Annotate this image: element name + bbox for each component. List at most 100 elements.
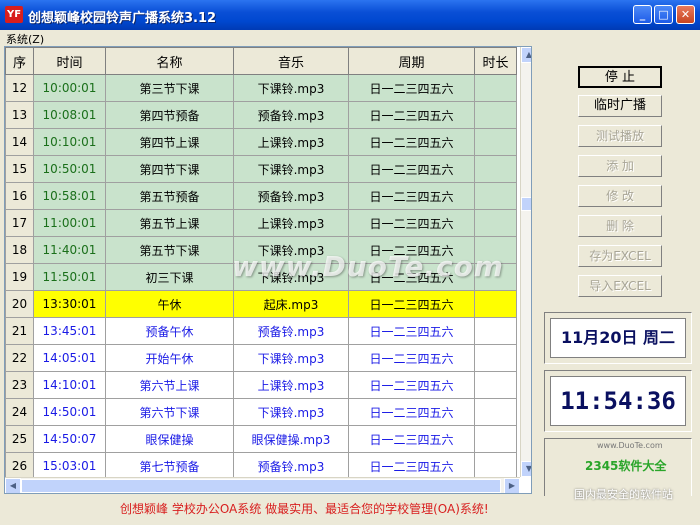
cell-cycle: 日一二三四五六 [348,425,475,453]
cell-music: 眼保健操.mp3 [233,425,349,453]
cell-time: 15:03:01 [33,452,106,480]
table-row[interactable]: 15 10:50:01 第四节下课 下课铃.mp3 日一二三四五六 [5,155,517,183]
cell-duration [474,398,517,426]
cell-idx: 14 [5,128,34,156]
close-button[interactable]: ✕ [676,5,695,24]
cell-cycle: 日一二三四五六 [348,101,475,129]
cell-music: 上课铃.mp3 [233,371,349,399]
cell-idx: 15 [5,155,34,183]
menu-system[interactable]: 系统(Z) [6,31,44,47]
table-row[interactable]: 12 10:00:01 第三节下课 下课铃.mp3 日一二三四五六 [5,74,517,102]
cell-music: 上课铃.mp3 [233,128,349,156]
scroll-down-icon[interactable]: ▼ [521,461,531,477]
cell-time: 14:50:01 [33,398,106,426]
horizontal-scrollbar[interactable]: ◀ ▶ [5,477,520,493]
delete-button[interactable]: 删 除 [578,215,662,237]
stop-button[interactable]: 停 止 [578,66,662,88]
header-time[interactable]: 时间 [33,47,106,75]
table-row[interactable]: 16 10:58:01 第五节预备 预备铃.mp3 日一二三四五六 [5,182,517,210]
cell-time: 11:50:01 [33,263,106,291]
cell-music: 预备铃.mp3 [233,101,349,129]
maximize-button[interactable]: □ [654,5,673,24]
window-title: 创想颖峰校园铃声广播系统3.12 [28,11,217,26]
import-excel-button[interactable]: 导入EXCEL [578,275,662,297]
export-excel-button[interactable]: 存为EXCEL [578,245,662,267]
cell-cycle: 日一二三四五六 [348,317,475,345]
cell-duration [474,317,517,345]
cell-idx: 21 [5,317,34,345]
cell-cycle: 日一二三四五六 [348,290,475,318]
header-duration[interactable]: 时长 [474,47,517,75]
temp-broadcast-button[interactable]: 临时广播 [578,95,662,117]
cell-music: 上课铃.mp3 [233,209,349,237]
cell-name: 第四节上课 [105,128,234,156]
cell-idx: 13 [5,101,34,129]
cell-duration [474,74,517,102]
scroll-up-icon[interactable]: ▲ [521,47,531,63]
logo-subtext: www.DuoTe.com [597,441,663,450]
cell-music: 下课铃.mp3 [233,155,349,183]
cell-idx: 22 [5,344,34,372]
edit-button[interactable]: 修 改 [578,185,662,207]
table-row[interactable]: 20 13:30:01 午休 起床.mp3 日一二三四五六 [5,290,517,318]
table-row[interactable]: 13 10:08:01 第四节预备 预备铃.mp3 日一二三四五六 [5,101,517,129]
cell-name: 第六节下课 [105,398,234,426]
table-row[interactable]: 17 11:00:01 第五节上课 上课铃.mp3 日一二三四五六 [5,209,517,237]
cell-music: 预备铃.mp3 [233,182,349,210]
cell-time: 10:08:01 [33,101,106,129]
cell-duration [474,452,517,480]
table-row[interactable]: 26 15:03:01 第七节预备 预备铃.mp3 日一二三四五六 [5,452,517,480]
date-display: 11月20日 周二 [550,318,686,358]
minimize-button[interactable]: _ [633,5,652,24]
scroll-left-icon[interactable]: ◀ [5,478,21,493]
table-row[interactable]: 23 14:10:01 第六节上课 上课铃.mp3 日一二三四五六 [5,371,517,399]
cell-time: 11:00:01 [33,209,106,237]
clock-panel: 11:54:36 [544,370,692,432]
cell-name: 预备午休 [105,317,234,345]
cell-cycle: 日一二三四五六 [348,398,475,426]
cell-name: 开始午休 [105,344,234,372]
cell-time: 13:30:01 [33,290,106,318]
cell-idx: 24 [5,398,34,426]
header-index[interactable]: 序 [5,47,34,75]
add-button[interactable]: 添 加 [578,155,662,177]
cell-name: 第五节上课 [105,209,234,237]
vertical-scrollbar[interactable]: ▲ ▼ [520,47,531,477]
cell-name: 第四节预备 [105,101,234,129]
cell-idx: 17 [5,209,34,237]
cell-music: 下课铃.mp3 [233,398,349,426]
cell-name: 第五节预备 [105,182,234,210]
hscroll-thumb[interactable] [21,479,501,493]
cell-music: 起床.mp3 [233,290,349,318]
table-row[interactable]: 22 14:05:01 开始午休 下课铃.mp3 日一二三四五六 [5,344,517,372]
cell-name: 第四节下课 [105,155,234,183]
table-row[interactable]: 24 14:50:01 第六节下课 下课铃.mp3 日一二三四五六 [5,398,517,426]
app-icon: YF [5,6,23,23]
table-row[interactable]: 14 10:10:01 第四节上课 上课铃.mp3 日一二三四五六 [5,128,517,156]
table-row[interactable]: 21 13:45:01 预备午休 预备铃.mp3 日一二三四五六 [5,317,517,345]
cell-time: 10:50:01 [33,155,106,183]
cell-music: 下课铃.mp3 [233,74,349,102]
scroll-thumb[interactable] [521,197,531,211]
cell-duration [474,155,517,183]
cell-idx: 12 [5,74,34,102]
test-play-button[interactable]: 测试播放 [578,125,662,147]
header-name[interactable]: 名称 [105,47,234,75]
title-bar[interactable]: YF 创想颖峰校园铃声广播系统3.12 _ □ ✕ [0,0,700,30]
cell-music: 下课铃.mp3 [233,344,349,372]
cell-name: 初三下课 [105,263,234,291]
scroll-right-icon[interactable]: ▶ [504,478,520,493]
cell-name: 第五节下课 [105,236,234,264]
cell-cycle: 日一二三四五六 [348,155,475,183]
cell-duration [474,101,517,129]
center-watermark: www.DuoTe.com [232,250,504,283]
header-cycle[interactable]: 周期 [348,47,475,75]
cell-idx: 25 [5,425,34,453]
header-music[interactable]: 音乐 [233,47,349,75]
cell-cycle: 日一二三四五六 [348,128,475,156]
cell-time: 14:05:01 [33,344,106,372]
status-text: 创想颖峰 学校办公OA系统 做最实用、最适合您的学校管理(OA)系统! [120,502,489,516]
table-row[interactable]: 25 14:50:07 眼保健操 眼保健操.mp3 日一二三四五六 [5,425,517,453]
menu-bar: 系统(Z) [0,30,700,46]
cell-time: 10:10:01 [33,128,106,156]
